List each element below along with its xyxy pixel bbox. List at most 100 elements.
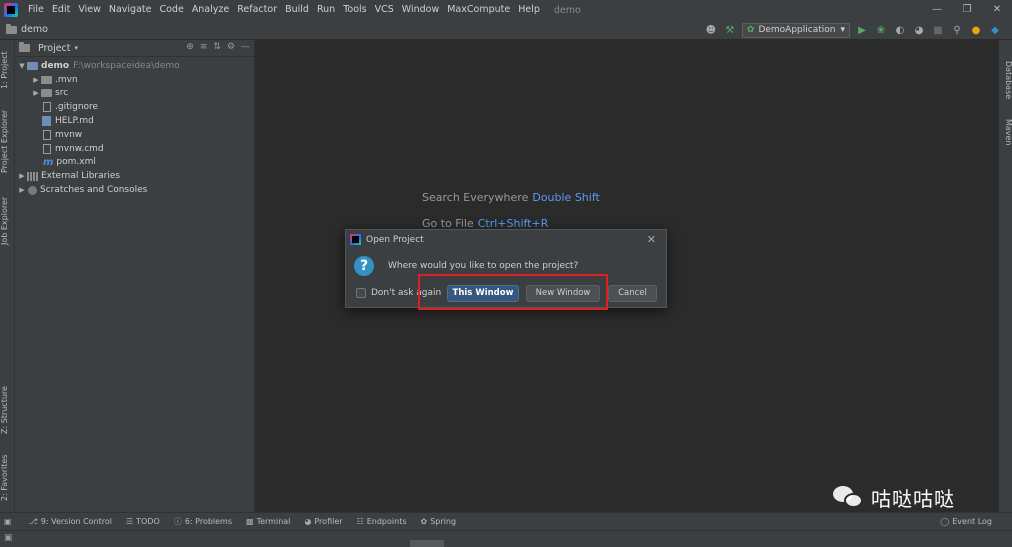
problems-icon: ⓘ (173, 517, 182, 526)
project-panel-header: Project ▾ ⊕ ≡ ⇅ ⚙ — (15, 40, 254, 57)
stop-icon[interactable]: ■ (931, 25, 945, 36)
menu-edit[interactable]: Edit (48, 0, 74, 20)
intellij-logo-icon (4, 3, 18, 17)
close-icon[interactable]: ✕ (647, 233, 656, 246)
menu-navigate[interactable]: Navigate (105, 0, 156, 20)
menu-window[interactable]: Window (398, 0, 443, 20)
menu-refactor[interactable]: Refactor (233, 0, 281, 20)
question-icon: ? (354, 256, 374, 276)
tab-problems[interactable]: ⓘ 6: Problems (174, 516, 232, 527)
menu-run[interactable]: Run (313, 0, 339, 20)
toggle-tool-windows-icon[interactable]: ▣ (4, 533, 13, 543)
tab-version-control[interactable]: ⎇ 9: Version Control (29, 517, 112, 526)
tree-item-label: src (55, 88, 69, 99)
root-module-path: F:\workspaceidea\demo (73, 60, 180, 71)
tab-terminal[interactable]: ▩ Terminal (246, 517, 290, 526)
breadcrumb[interactable]: demo (6, 23, 48, 35)
tree-item-mvnw[interactable]: mvnw (15, 128, 254, 142)
hide-panel-icon[interactable]: — (241, 42, 250, 52)
window-title: demo (553, 4, 581, 16)
tree-item-label: mvnw.cmd (55, 143, 104, 154)
status-progress-indicator (410, 540, 444, 547)
wechat-watermark: 咕哒咕哒 (833, 483, 955, 512)
coverage-icon[interactable]: ◐ (893, 25, 907, 36)
hint-shortcut: Double Shift (532, 191, 600, 204)
locate-icon[interactable]: ⊕ (186, 42, 194, 52)
tab-endpoints[interactable]: ☷ Endpoints (357, 517, 407, 526)
tab-project[interactable]: 1: Project (0, 44, 15, 96)
folder-icon (41, 75, 52, 84)
expand-all-icon[interactable]: ⇅ (213, 42, 221, 52)
cancel-button[interactable]: Cancel (608, 284, 657, 302)
tree-item-src[interactable]: ▶ src (15, 87, 254, 101)
chevron-right-icon[interactable]: ▶ (31, 76, 41, 84)
tree-item-mvnw-cmd[interactable]: mvnw.cmd (15, 142, 254, 156)
run-icon[interactable]: ▶ (855, 25, 869, 36)
chevron-down-icon[interactable]: ▼ (17, 62, 27, 70)
user-icon[interactable]: ☻ (704, 25, 718, 36)
chevron-right-icon[interactable]: ▶ (17, 186, 27, 194)
tab-event-log[interactable]: ◯ Event Log (940, 517, 992, 526)
menu-help[interactable]: Help (514, 0, 544, 20)
gear-icon[interactable]: ⚙ (227, 42, 235, 52)
menu-tools[interactable]: Tools (339, 0, 370, 20)
tree-item-scratches[interactable]: ▶ Scratches and Consoles (15, 183, 254, 197)
menu-analyze[interactable]: Analyze (188, 0, 233, 20)
debug-icon[interactable]: ❀ (874, 25, 888, 36)
tab-favorites[interactable]: 2: Favorites (0, 448, 15, 508)
tab-maven[interactable]: Maven (999, 116, 1012, 148)
tab-spring[interactable]: ✿ Spring (421, 517, 457, 526)
tab-label: TODO (136, 517, 160, 526)
module-folder-icon (27, 61, 38, 70)
tree-item-mvn[interactable]: ▶ .mvn (15, 73, 254, 87)
minimize-icon[interactable]: — (922, 0, 952, 20)
close-window-icon[interactable]: ✕ (982, 0, 1012, 20)
search-icon[interactable]: ⚲ (950, 25, 964, 36)
bottom-tool-bar: ▣ ⎇ 9: Version Control ☰ TODO ⓘ 6: Problems… (0, 512, 1012, 530)
tree-item-label: mvnw (55, 129, 83, 140)
collapse-all-icon[interactable]: ≡ (200, 42, 208, 52)
tab-label: Endpoints (366, 517, 407, 526)
spring-icon: ✿ (420, 517, 428, 526)
tree-item-pom-xml[interactable]: m pom.xml (15, 156, 254, 170)
chevron-right-icon[interactable]: ▶ (17, 172, 27, 180)
plugin-icon[interactable]: ◆ (988, 25, 1002, 36)
tab-project-explorer[interactable]: Project Explorer (0, 102, 15, 180)
run-configuration-select[interactable]: ✿ DemoApplication ▾ (741, 22, 850, 38)
left-tool-strip: 1: Project Project Explorer Job Explorer… (0, 40, 15, 512)
update-icon[interactable]: ● (969, 25, 983, 36)
project-panel-title[interactable]: Project (38, 43, 71, 54)
tab-job-explorer[interactable]: Job Explorer (0, 186, 15, 256)
tree-item-help-md[interactable]: HELP.md (15, 114, 254, 128)
menu-view[interactable]: View (74, 0, 105, 20)
tree-item-gitignore[interactable]: .gitignore (15, 100, 254, 114)
project-panel: Project ▾ ⊕ ≡ ⇅ ⚙ — ▼ demo F:\workspacei… (15, 40, 255, 512)
menu-code[interactable]: Code (155, 0, 187, 20)
tab-database[interactable]: Database (999, 56, 1012, 104)
hint-search-everywhere: Search Everywhere Double Shift (422, 191, 600, 204)
todo-icon: ☰ (126, 517, 134, 526)
tab-label: 6: Problems (184, 517, 233, 526)
menu-maxcompute[interactable]: MaxCompute (443, 0, 514, 20)
menu-file[interactable]: File (24, 0, 48, 20)
checkbox-box[interactable] (356, 288, 366, 298)
build-hammer-icon[interactable]: ⚒ (723, 25, 737, 36)
menu-vcs[interactable]: VCS (371, 0, 398, 20)
endpoints-icon: ☷ (356, 517, 364, 526)
profile-icon[interactable]: ◕ (912, 25, 926, 36)
chevron-down-icon[interactable]: ▾ (75, 44, 79, 52)
tab-structure[interactable]: Z: Structure (0, 380, 15, 440)
layout-icon[interactable]: ▣ (4, 517, 15, 526)
tree-item-external-libraries[interactable]: ▶ External Libraries (15, 169, 254, 183)
tree-item-root[interactable]: ▼ demo F:\workspaceidea\demo (15, 59, 254, 73)
dialog-message: Where would you like to open the project… (388, 261, 579, 271)
chevron-right-icon[interactable]: ▶ (31, 89, 41, 97)
menu-build[interactable]: Build (281, 0, 313, 20)
dialog-title: Open Project (366, 234, 424, 245)
restore-icon[interactable]: ❐ (952, 0, 982, 20)
right-tool-strip: Database Maven (998, 40, 1012, 512)
tab-todo[interactable]: ☰ TODO (126, 517, 160, 526)
script-file-icon (43, 129, 51, 140)
root-module-name: demo (41, 60, 70, 71)
tab-profiler[interactable]: ◕ Profiler (304, 517, 342, 526)
